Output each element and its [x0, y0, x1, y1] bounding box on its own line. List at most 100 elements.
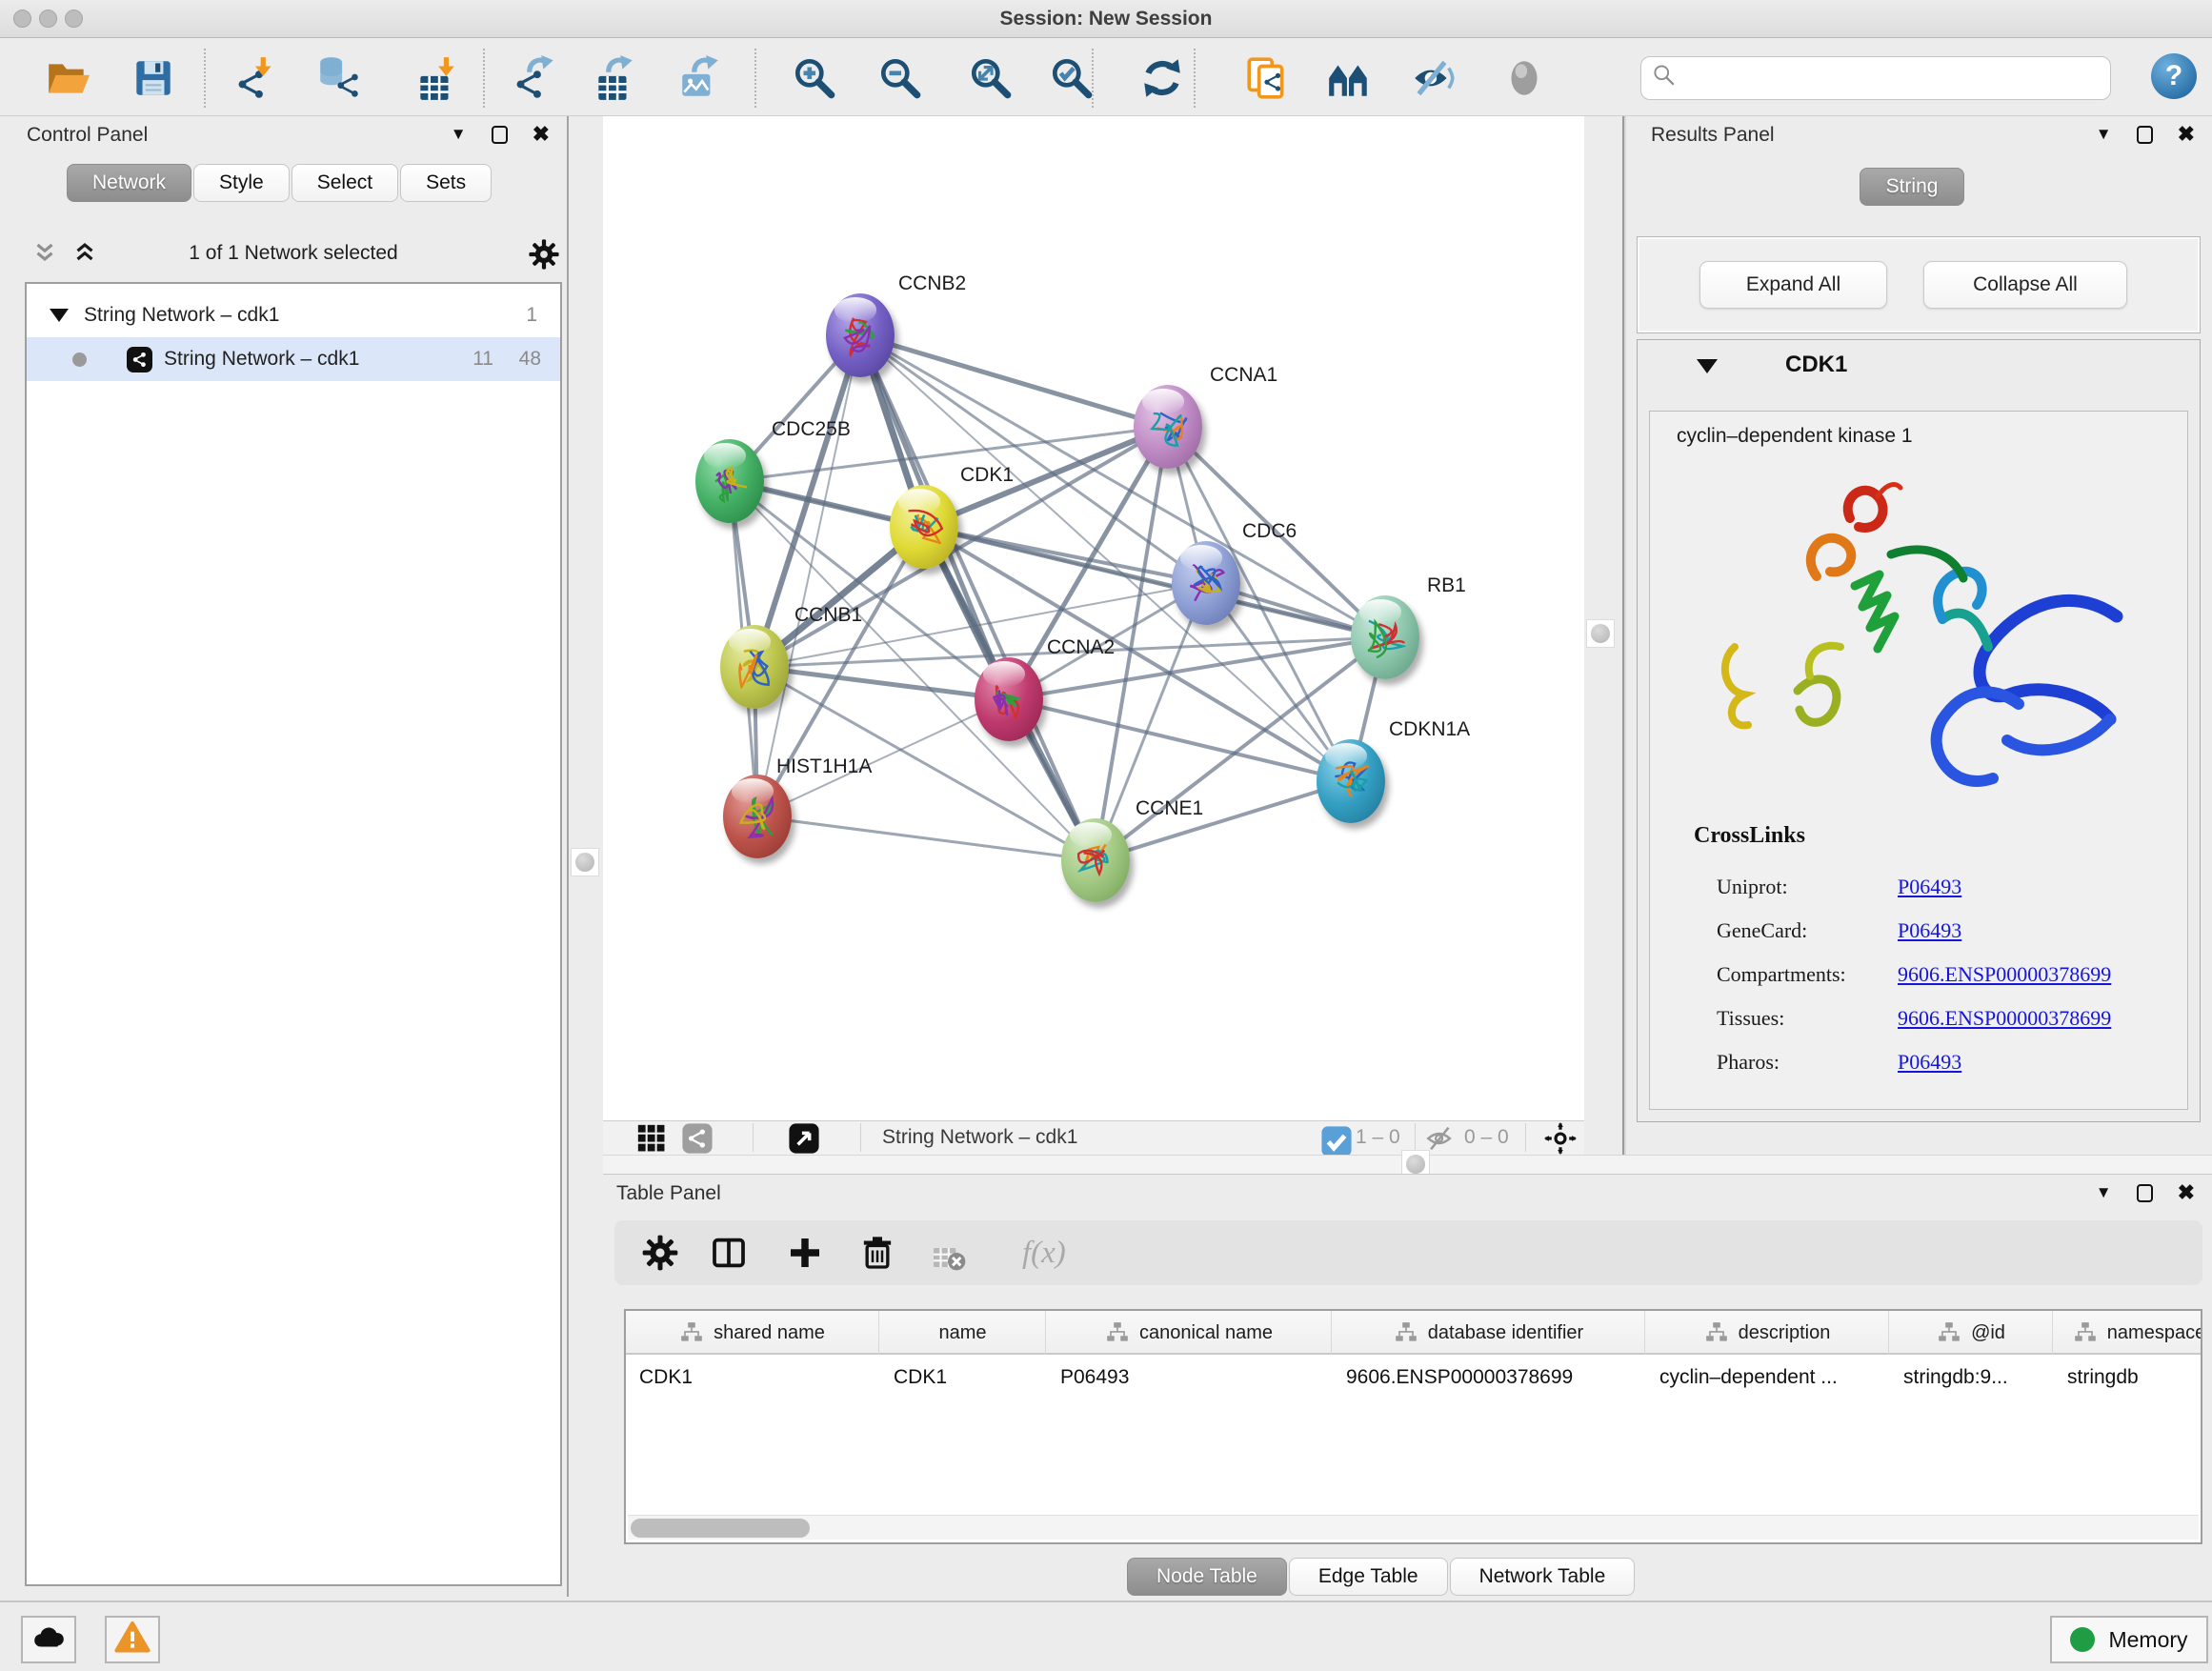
- zoom-fit-button[interactable]: [964, 51, 1017, 105]
- export-network-button[interactable]: [509, 51, 562, 105]
- crosslink-link[interactable]: 9606.ENSP00000378699: [1898, 962, 2111, 987]
- save-button[interactable]: [127, 51, 180, 105]
- tab-network-table[interactable]: Network Table: [1450, 1558, 1636, 1596]
- crosslink-link[interactable]: 9606.ENSP00000378699: [1898, 1006, 2111, 1031]
- add-column-icon[interactable]: [786, 1234, 828, 1276]
- open-folder-button[interactable]: [41, 51, 94, 105]
- node-rb1[interactable]: [1351, 595, 1419, 679]
- node-ccnb2[interactable]: [826, 293, 895, 377]
- edge[interactable]: [1096, 781, 1351, 860]
- warnings-button[interactable]: [105, 1616, 160, 1663]
- memory-button[interactable]: Memory: [2050, 1616, 2208, 1663]
- edge[interactable]: [924, 527, 1385, 637]
- column-header-canonicalname[interactable]: canonical name: [1047, 1311, 1332, 1355]
- gene-caret-icon[interactable]: [1697, 359, 1718, 373]
- edge[interactable]: [754, 667, 1009, 699]
- node-table[interactable]: shared namenamecanonical namedatabase id…: [624, 1309, 2202, 1544]
- node-cdkn1a[interactable]: [1317, 739, 1385, 823]
- node-cdc25b[interactable]: [695, 439, 764, 523]
- zoom-out-button[interactable]: [874, 51, 927, 105]
- table-cell[interactable]: stringdb:9...: [1890, 1357, 2053, 1399]
- string-view-icon[interactable]: [681, 1122, 714, 1155]
- tab-style[interactable]: Style: [193, 164, 290, 202]
- detach-view-icon[interactable]: [788, 1122, 820, 1155]
- float-panel-icon[interactable]: [492, 126, 508, 144]
- edge[interactable]: [860, 335, 1385, 637]
- network-canvas[interactable]: CCNB2CCNA1CDC25BCDK1CDC6RB1CCNB1CCNA2CDK…: [603, 116, 1584, 1120]
- search-input[interactable]: [1679, 57, 2110, 99]
- node-cdc6[interactable]: [1172, 541, 1240, 625]
- zoom-selected-button[interactable]: [1045, 51, 1098, 105]
- crosslink-link[interactable]: P06493: [1898, 875, 1961, 899]
- column-header-id[interactable]: @id: [1890, 1311, 2053, 1355]
- node-ccna2[interactable]: [975, 657, 1043, 741]
- cloud-button[interactable]: [21, 1616, 76, 1663]
- zoom-in-button[interactable]: [788, 51, 841, 105]
- edge[interactable]: [860, 335, 1168, 427]
- table-options-gear-icon[interactable]: [641, 1234, 683, 1276]
- close-table-icon[interactable]: ✖: [2178, 1180, 2195, 1205]
- search-box[interactable]: [1640, 56, 2111, 100]
- crosslink-link[interactable]: P06493: [1898, 1050, 1961, 1075]
- network-collection-row[interactable]: String Network – cdk1 1: [27, 293, 560, 337]
- tab-network[interactable]: Network: [67, 164, 191, 202]
- first-neighbors-button[interactable]: [1322, 51, 1376, 105]
- close-panel-icon[interactable]: ✖: [533, 122, 550, 147]
- table-cell[interactable]: stringdb: [2054, 1357, 2202, 1399]
- table-hscrollbar-thumb[interactable]: [631, 1519, 810, 1538]
- tab-sets[interactable]: Sets: [400, 164, 492, 202]
- tab-string[interactable]: String: [1860, 168, 1964, 206]
- close-results-icon[interactable]: ✖: [2178, 122, 2195, 147]
- edge[interactable]: [757, 335, 860, 816]
- export-image-button[interactable]: [674, 51, 727, 105]
- show-columns-icon[interactable]: [710, 1234, 752, 1276]
- float-table-icon[interactable]: [2137, 1184, 2153, 1202]
- table-hscrollbar[interactable]: [628, 1515, 2199, 1540]
- export-table-button[interactable]: [588, 51, 641, 105]
- delete-column-icon[interactable]: [858, 1234, 900, 1276]
- column-header-name[interactable]: name: [880, 1311, 1046, 1355]
- help-button[interactable]: ?: [2151, 53, 2197, 99]
- node-cdk1[interactable]: [890, 485, 958, 569]
- hide-selected-button[interactable]: [1406, 51, 1459, 105]
- float-results-icon[interactable]: [2137, 126, 2153, 144]
- refresh-button[interactable]: [1136, 51, 1189, 105]
- collapse-all-button[interactable]: Collapse All: [1923, 261, 2127, 309]
- left-splitter[interactable]: [569, 116, 601, 1597]
- tab-select[interactable]: Select: [292, 164, 398, 202]
- expand-all-button[interactable]: Expand All: [1699, 261, 1887, 309]
- node-ccne1[interactable]: [1061, 818, 1130, 902]
- node-ccnb1[interactable]: [720, 625, 789, 709]
- collapse-table-icon[interactable]: ▼: [2096, 1183, 2112, 1202]
- grid-view-icon[interactable]: [635, 1122, 668, 1155]
- import-database-button[interactable]: [312, 51, 366, 105]
- table-cell[interactable]: CDK1: [880, 1357, 1046, 1399]
- network-options-gear-icon[interactable]: [528, 238, 560, 275]
- import-network-button[interactable]: [231, 51, 284, 105]
- table-cell[interactable]: P06493: [1047, 1357, 1332, 1399]
- tab-node-table[interactable]: Node Table: [1127, 1558, 1287, 1596]
- column-header-sharedname[interactable]: shared name: [626, 1311, 879, 1355]
- import-table-button[interactable]: [410, 51, 463, 105]
- horizontal-splitter[interactable]: [603, 1155, 2212, 1174]
- clone-network-button[interactable]: [1240, 51, 1294, 105]
- edge[interactable]: [757, 816, 1096, 860]
- edge[interactable]: [860, 335, 1096, 860]
- crosslink-link[interactable]: P06493: [1898, 918, 1961, 943]
- selected-checkbox-icon[interactable]: [1320, 1125, 1345, 1150]
- collapse-results-icon[interactable]: ▼: [2096, 125, 2112, 144]
- gene-result-header[interactable]: CDK1: [1638, 340, 2200, 393]
- tab-edge-table[interactable]: Edge Table: [1289, 1558, 1448, 1596]
- table-cell[interactable]: CDK1: [626, 1357, 879, 1399]
- network-row[interactable]: String Network – cdk1 11 48: [27, 337, 560, 381]
- node-ccna1[interactable]: [1134, 385, 1202, 469]
- column-header-description[interactable]: description: [1646, 1311, 1889, 1355]
- table-cell[interactable]: 9606.ENSP00000378699: [1333, 1357, 1645, 1399]
- collection-caret-icon[interactable]: [50, 309, 69, 322]
- right-splitter[interactable]: [1584, 116, 1617, 1155]
- node-hist1h1a[interactable]: [723, 775, 792, 858]
- collapse-panel-icon[interactable]: ▼: [451, 125, 467, 144]
- column-header-databaseidentifier[interactable]: database identifier: [1333, 1311, 1645, 1355]
- column-header-namespace[interactable]: namespace: [2054, 1311, 2202, 1355]
- show-all-button[interactable]: [1498, 51, 1551, 105]
